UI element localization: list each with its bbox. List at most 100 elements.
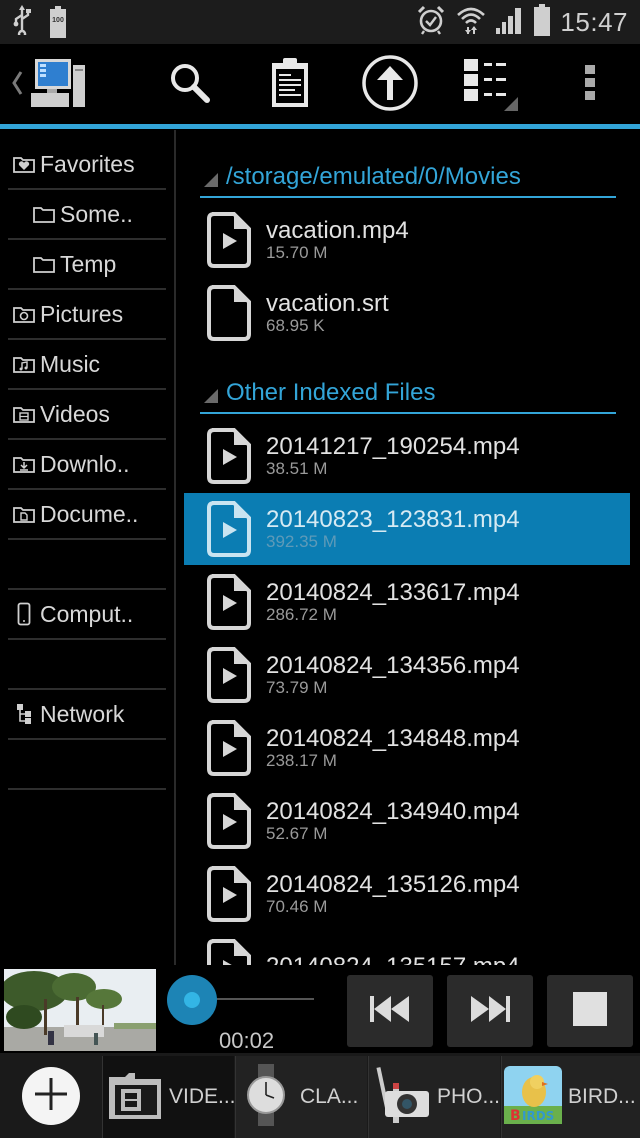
file-name: 20140824_135126.mp4 bbox=[266, 871, 520, 898]
clock: 15:47 bbox=[560, 6, 628, 37]
folder-icon bbox=[32, 203, 56, 225]
file-row[interactable]: vacation.mp4 15.70 M bbox=[184, 204, 630, 276]
overflow-menu-button[interactable] bbox=[560, 44, 620, 126]
section-header[interactable]: Other Indexed Files bbox=[200, 374, 616, 414]
next-button[interactable] bbox=[447, 975, 533, 1047]
file-name: 20141217_190254.mp4 bbox=[266, 433, 520, 460]
folder-icon bbox=[32, 253, 56, 275]
task-label: PHO... bbox=[437, 1085, 501, 1108]
task-birds[interactable]: B IRDS BIRD... bbox=[501, 1056, 640, 1138]
birds-app-icon: B IRDS bbox=[504, 1065, 562, 1129]
view-mode-icon bbox=[462, 55, 518, 116]
task-clock[interactable]: CLA... bbox=[235, 1056, 367, 1138]
video-thumbnail[interactable] bbox=[4, 969, 156, 1051]
action-bar-divider bbox=[0, 124, 640, 129]
video-file-icon bbox=[206, 865, 252, 923]
video-file-icon bbox=[206, 573, 252, 631]
file-size: 392.35 M bbox=[266, 532, 337, 551]
up-directory-button[interactable] bbox=[350, 44, 430, 126]
pictures-folder-icon bbox=[12, 303, 36, 325]
sidebar-item-label: Favorites bbox=[40, 150, 135, 177]
music-folder-icon bbox=[12, 353, 36, 375]
sidebar-item-label: Comput.. bbox=[40, 600, 134, 627]
svg-text:B: B bbox=[510, 1108, 521, 1124]
file-size: 68.95 K bbox=[266, 316, 325, 335]
clipboard-icon bbox=[270, 57, 310, 114]
task-label: VIDE... bbox=[169, 1085, 236, 1108]
add-task-button[interactable] bbox=[22, 1067, 80, 1125]
plus-icon bbox=[33, 1076, 69, 1117]
task-photo[interactable]: PHO... bbox=[368, 1056, 500, 1138]
watch-icon bbox=[246, 1063, 286, 1131]
section-header[interactable]: /storage/emulated/0/Movies bbox=[200, 158, 616, 198]
file-size: 238.17 M bbox=[266, 751, 337, 770]
sidebar-item-docume[interactable]: Docume.. bbox=[8, 490, 166, 540]
home-button[interactable] bbox=[4, 44, 94, 126]
battery-icon: 100 bbox=[50, 6, 66, 38]
sidebar-item-favorites[interactable]: Favorites bbox=[8, 140, 166, 190]
sidebar-item-label: Music bbox=[40, 350, 101, 377]
task-label: BIRD... bbox=[568, 1085, 636, 1108]
task-bar: VIDE... CLA... PHO... B IRDS BIRD... bbox=[0, 1053, 640, 1138]
sidebar-item-music[interactable]: Music bbox=[8, 340, 166, 390]
task-videos[interactable]: VIDE... bbox=[102, 1056, 236, 1138]
file-row[interactable]: 20140824_134940.mp4 52.67 M bbox=[184, 785, 630, 857]
file-name: vacation.srt bbox=[266, 290, 389, 317]
file-row[interactable]: 20140824_135126.mp4 70.46 M bbox=[184, 858, 630, 930]
seek-thumb[interactable] bbox=[167, 975, 217, 1025]
file-size: 15.70 M bbox=[266, 243, 328, 262]
file-size: 70.46 M bbox=[266, 897, 328, 916]
file-size: 38.51 M bbox=[266, 459, 328, 478]
svg-text:IRDS: IRDS bbox=[522, 1109, 554, 1123]
file-row[interactable]: vacation.srt 68.95 K bbox=[184, 277, 630, 349]
search-button[interactable] bbox=[150, 44, 230, 126]
up-arrow-circle-icon bbox=[361, 54, 419, 117]
sidebar-item-downlo[interactable]: Downlo.. bbox=[8, 440, 166, 490]
view-mode-button[interactable] bbox=[450, 44, 530, 126]
downloads-folder-icon bbox=[12, 453, 36, 475]
file-row[interactable]: 20140824_135157.mp4 bbox=[184, 931, 630, 965]
video-file-icon bbox=[206, 719, 252, 777]
skip-previous-icon bbox=[369, 995, 411, 1028]
signal-icon bbox=[496, 6, 524, 39]
search-icon bbox=[168, 61, 212, 110]
file-row[interactable]: 20140824_134356.mp4 73.79 M bbox=[184, 639, 630, 711]
sidebar-item-network[interactable]: Network bbox=[8, 690, 166, 740]
back-chevron-icon bbox=[11, 68, 23, 103]
file-name: 20140824_133617.mp4 bbox=[266, 579, 520, 606]
file-row[interactable]: 20140824_133617.mp4 286.72 M bbox=[184, 566, 630, 638]
sidebar-item-label: Network bbox=[40, 700, 125, 727]
video-file-icon bbox=[206, 792, 252, 850]
battery-level-text: 100 bbox=[52, 17, 64, 24]
collapse-triangle-icon bbox=[204, 389, 218, 403]
sidebar-item-label: Videos bbox=[40, 400, 110, 427]
video-file-icon bbox=[206, 500, 252, 558]
sidebar-item-some[interactable]: Some.. bbox=[8, 190, 166, 240]
sidebar-item-comput[interactable]: Comput.. bbox=[8, 590, 166, 640]
file-row[interactable]: 20140823_123831.mp4 392.35 M bbox=[184, 493, 630, 565]
camera-icon bbox=[375, 1065, 431, 1130]
alarm-icon bbox=[416, 5, 446, 40]
stop-button[interactable] bbox=[547, 975, 633, 1047]
file-row[interactable]: 20141217_190254.mp4 38.51 M bbox=[184, 420, 630, 492]
sidebar-item-temp[interactable]: Temp bbox=[8, 240, 166, 290]
clipboard-button[interactable] bbox=[250, 44, 330, 126]
network-icon bbox=[12, 703, 36, 725]
sidebar-item-pictures[interactable]: Pictures bbox=[8, 290, 166, 340]
file-size: 52.67 M bbox=[266, 824, 328, 843]
previous-button[interactable] bbox=[347, 975, 433, 1047]
sidebar-item-label: Docume.. bbox=[40, 500, 139, 527]
sidebar-item-videos[interactable]: Videos bbox=[8, 390, 166, 440]
videos-folder-icon bbox=[12, 403, 36, 425]
stop-icon bbox=[573, 991, 607, 1031]
file-row[interactable]: 20140824_134848.mp4 238.17 M bbox=[184, 712, 630, 784]
section-title: Other Indexed Files bbox=[226, 379, 436, 406]
video-file-icon bbox=[206, 646, 252, 704]
video-file-icon bbox=[206, 211, 252, 269]
file-list[interactable]: /storage/emulated/0/Movies vacation.mp4 … bbox=[178, 130, 640, 965]
battery-full-icon bbox=[534, 3, 551, 41]
collapse-triangle-icon bbox=[204, 173, 218, 187]
status-bar: 100 15:47 bbox=[0, 0, 640, 44]
file-name: 20140824_134940.mp4 bbox=[266, 798, 520, 825]
sidebar: Favorites Some.. Temp Pictures Music Videos Do… bbox=[0, 130, 176, 965]
